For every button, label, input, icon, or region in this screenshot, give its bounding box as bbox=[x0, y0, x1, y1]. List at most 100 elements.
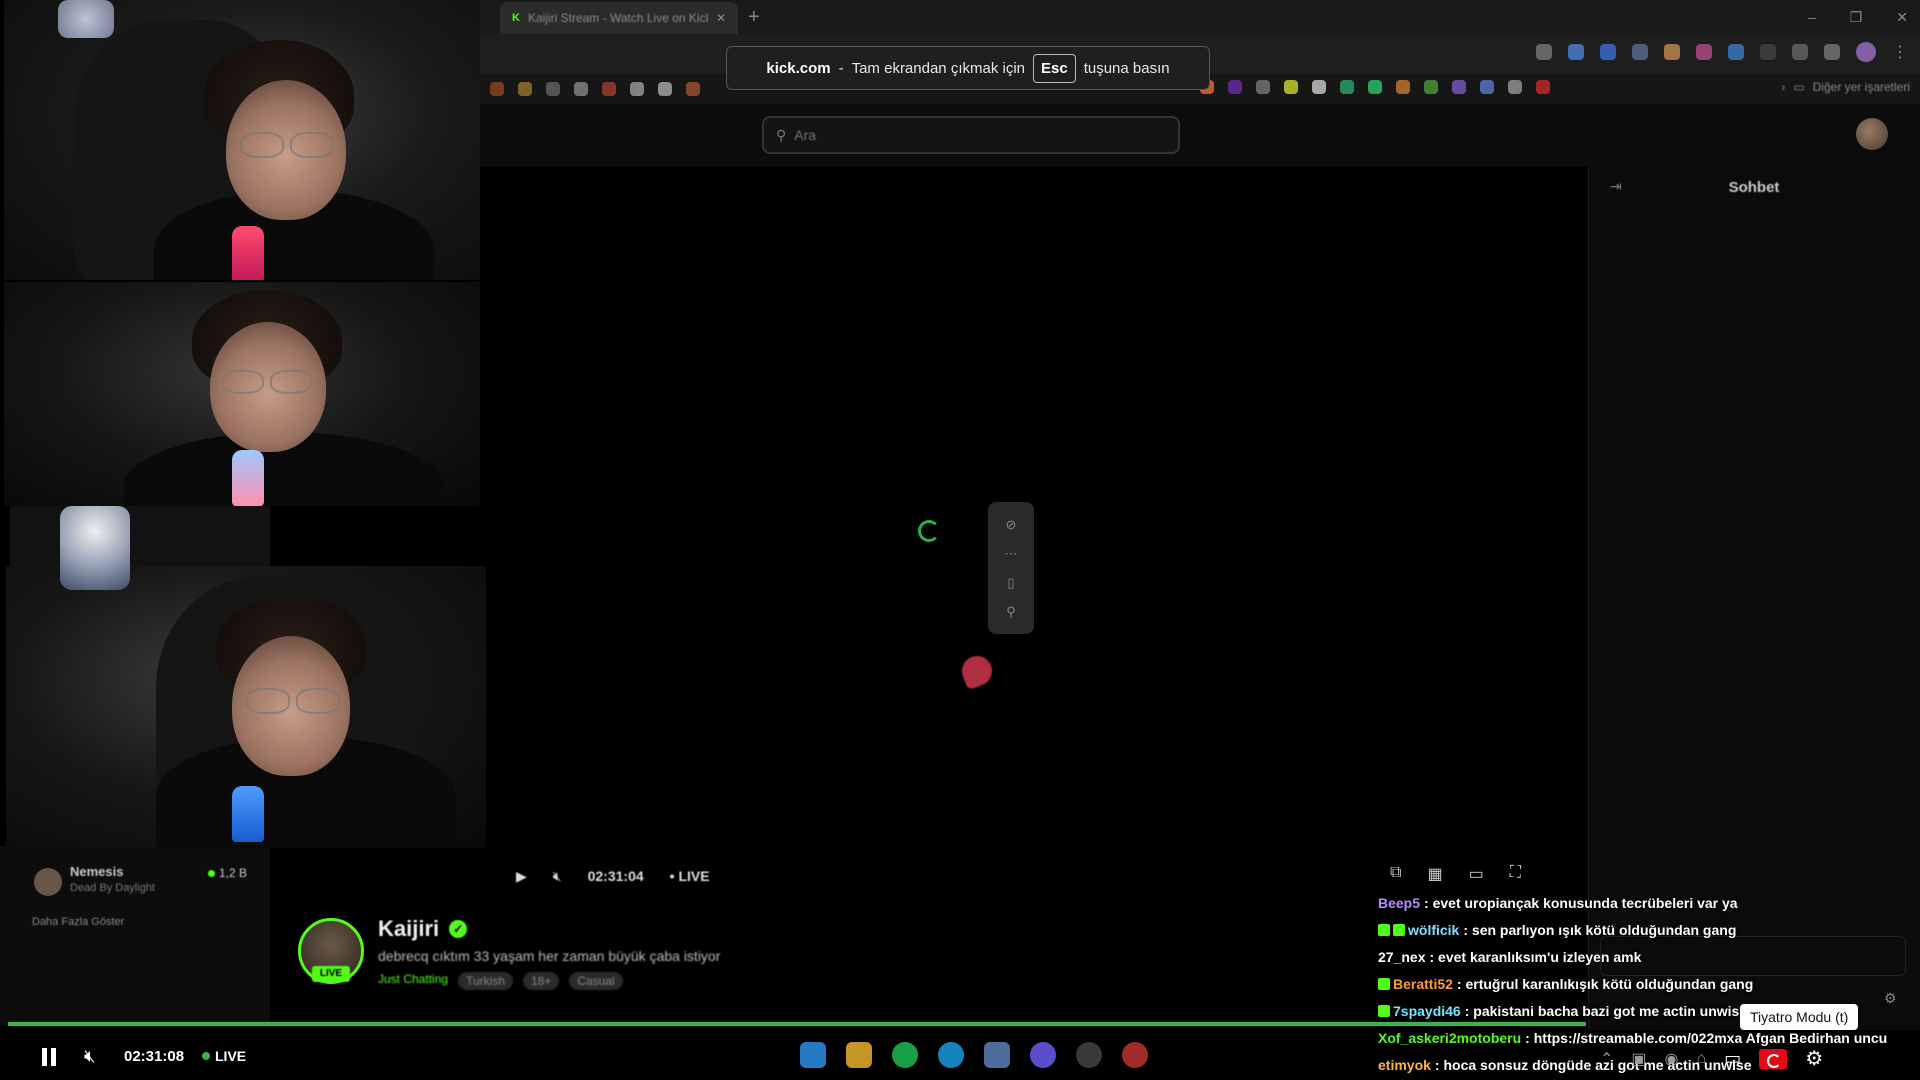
extension-icon[interactable] bbox=[1728, 44, 1744, 60]
bookmark-icon[interactable] bbox=[1368, 80, 1382, 94]
bookmark-icon[interactable] bbox=[1480, 80, 1494, 94]
bookmark-icon[interactable] bbox=[490, 82, 504, 96]
tray-icon[interactable]: ⌃ bbox=[1600, 1049, 1613, 1069]
bookmark-icon[interactable] bbox=[686, 82, 700, 96]
tray-icon[interactable]: ◉ bbox=[1665, 1049, 1679, 1069]
extension-icon[interactable] bbox=[1696, 44, 1712, 60]
extension-icon[interactable] bbox=[1664, 44, 1680, 60]
settings-gear-icon[interactable]: ⚙ bbox=[1805, 1046, 1823, 1071]
stream-category[interactable]: Just Chatting bbox=[378, 972, 448, 990]
download-icon[interactable] bbox=[1792, 44, 1808, 60]
bookmark-icon[interactable] bbox=[1424, 80, 1438, 94]
copy-icon[interactable]: ▯ bbox=[1007, 575, 1014, 591]
chat-username[interactable]: etimyok bbox=[1378, 1057, 1431, 1073]
chat-text: : sen parlıyon ışık kötü olduğundan gang bbox=[1463, 922, 1737, 938]
recommended-channel-avatar[interactable] bbox=[34, 868, 62, 896]
bookmark-icon[interactable] bbox=[518, 82, 532, 96]
bookmark-icon[interactable] bbox=[602, 82, 616, 96]
webcam-feed-1 bbox=[4, 0, 480, 280]
chat-text: : pakistani bacha bazi got me actin unwi… bbox=[1464, 1003, 1748, 1019]
spotify-icon[interactable] bbox=[892, 1042, 918, 1068]
extension-icon[interactable] bbox=[1632, 44, 1648, 60]
stream-tag[interactable]: Casual bbox=[569, 972, 623, 990]
clip-icon[interactable]: ▦ bbox=[1427, 864, 1442, 884]
show-more-link[interactable]: Daha Fazla Göster bbox=[32, 916, 124, 928]
windows-start-icon[interactable] bbox=[800, 1042, 826, 1068]
play-icon[interactable]: ▶ bbox=[516, 868, 527, 885]
theater-mode-icon[interactable]: ▭ bbox=[1724, 1048, 1741, 1069]
minimize-button[interactable]: – bbox=[1808, 9, 1816, 25]
mute-icon[interactable]: 🔇︎ bbox=[84, 1046, 95, 1067]
steam-icon[interactable] bbox=[984, 1042, 1010, 1068]
chat-username[interactable]: wölficik bbox=[1408, 922, 1459, 938]
bookmark-icon[interactable] bbox=[546, 82, 560, 96]
other-bookmarks-label: Diğer yer işaretleri bbox=[1812, 80, 1910, 94]
chat-username[interactable]: Xof_askeri2motoberu bbox=[1378, 1030, 1521, 1046]
pause-icon[interactable] bbox=[42, 1048, 58, 1066]
collapse-chat-icon[interactable]: ⇥ bbox=[1610, 178, 1622, 195]
stream-tag[interactable]: Turkish bbox=[458, 972, 513, 990]
extensions-puzzle-icon[interactable] bbox=[1824, 44, 1840, 60]
bookmark-icon[interactable] bbox=[574, 82, 588, 96]
tray-icon[interactable]: ▣ bbox=[1631, 1049, 1646, 1069]
progress-bar[interactable] bbox=[8, 1022, 1586, 1026]
bookmark-icon[interactable] bbox=[1228, 80, 1242, 94]
fullscreen-icon[interactable]: ⛶ bbox=[1510, 864, 1521, 884]
tab-close-icon[interactable]: ✕ bbox=[716, 11, 726, 25]
video-player[interactable] bbox=[480, 166, 1588, 896]
extension-toolbar: ⋮ bbox=[1536, 42, 1908, 62]
screen: K Kaijiri Stream - Watch Live on Kick ✕ … bbox=[0, 0, 1920, 1080]
chat-username[interactable]: 7spaydi46 bbox=[1393, 1003, 1461, 1019]
live-dot-icon bbox=[208, 870, 215, 877]
user-avatar[interactable] bbox=[1856, 118, 1888, 150]
close-window-button[interactable]: ✕ bbox=[1896, 9, 1908, 26]
chevron-right-icon[interactable]: › bbox=[1781, 80, 1785, 94]
tray-icon[interactable]: ⌂ bbox=[1697, 1050, 1707, 1068]
extension-icon[interactable] bbox=[1600, 44, 1616, 60]
pip-icon[interactable]: ⧉ bbox=[1390, 864, 1401, 884]
share-icon[interactable] bbox=[1536, 44, 1552, 60]
app-icon[interactable] bbox=[1122, 1042, 1148, 1068]
edge-icon[interactable] bbox=[938, 1042, 964, 1068]
browser-tab[interactable]: K Kaijiri Stream - Watch Live on Kick ✕ bbox=[500, 2, 738, 34]
bookmark-icon[interactable] bbox=[630, 82, 644, 96]
chat-badge-icon bbox=[1393, 924, 1405, 936]
discord-icon[interactable] bbox=[1030, 1042, 1056, 1068]
eye-off-icon[interactable]: ⊘ bbox=[1006, 517, 1017, 533]
ellipsis-icon[interactable]: ⋯ bbox=[1005, 546, 1018, 562]
bookmark-icon[interactable] bbox=[1284, 80, 1298, 94]
bookmark-icon[interactable] bbox=[1396, 80, 1410, 94]
other-bookmarks[interactable]: › ▭ Diğer yer işaretleri bbox=[1781, 80, 1910, 94]
theater-mode-icon[interactable]: ▭ bbox=[1469, 864, 1484, 884]
inner-player-controls-right: ⧉ ▦ ▭ ⛶ bbox=[1390, 864, 1521, 884]
bookmark-icon[interactable] bbox=[1508, 80, 1522, 94]
chat-username[interactable]: Beratti52 bbox=[1393, 976, 1453, 992]
recommended-channel-name[interactable]: Nemesis bbox=[70, 864, 123, 879]
zoom-icon[interactable]: ⚲ bbox=[1006, 604, 1016, 620]
profile-avatar-icon[interactable] bbox=[1856, 42, 1876, 62]
bookmark-icon[interactable] bbox=[1340, 80, 1354, 94]
viewer-count: 1,2 B bbox=[219, 866, 248, 880]
turkish-flag-icon bbox=[1759, 1048, 1788, 1069]
obs-icon[interactable] bbox=[1076, 1042, 1102, 1068]
bookmark-icon[interactable] bbox=[1256, 80, 1270, 94]
streamer-name[interactable]: Kaijiri bbox=[378, 916, 439, 942]
browser-menu-icon[interactable]: ⋮ bbox=[1892, 42, 1908, 62]
maximize-button[interactable]: ❐ bbox=[1850, 9, 1863, 26]
extension-icon[interactable] bbox=[1760, 44, 1776, 60]
chat-username[interactable]: Beep5 bbox=[1378, 895, 1420, 911]
stream-title: debrecq cıktım 33 yaşam her zaman büyük … bbox=[378, 948, 721, 964]
stream-tag[interactable]: 18+ bbox=[522, 972, 560, 990]
search-input[interactable]: ⚲ Ara bbox=[762, 116, 1180, 154]
chat-username[interactable]: 27_nex bbox=[1378, 949, 1425, 965]
star-bookmark-icon[interactable] bbox=[1568, 44, 1584, 60]
chat-message: wölficik: sen parlıyon ışık kötü olduğun… bbox=[1378, 917, 1920, 944]
new-tab-button[interactable]: + bbox=[748, 6, 760, 29]
bookmark-icon[interactable] bbox=[1536, 80, 1550, 94]
chat-message: Beratti52: ertuğrul karanlıkışık kötü ol… bbox=[1378, 971, 1920, 998]
file-explorer-icon[interactable] bbox=[846, 1042, 872, 1068]
bookmark-icon[interactable] bbox=[658, 82, 672, 96]
bookmark-icon[interactable] bbox=[1452, 80, 1466, 94]
bookmark-icon[interactable] bbox=[1312, 80, 1326, 94]
mute-icon[interactable]: 🔇︎ bbox=[553, 868, 562, 885]
